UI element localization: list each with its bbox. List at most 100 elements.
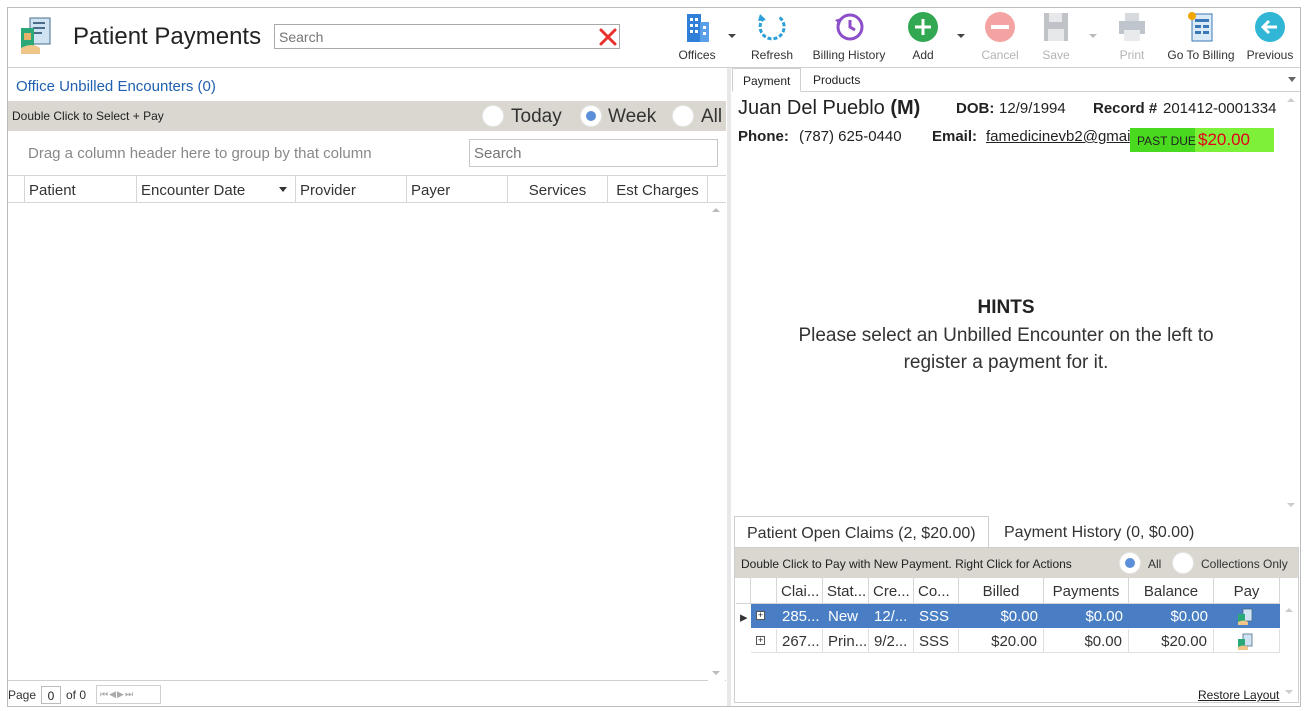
scroll-down-icon[interactable] [712, 671, 720, 675]
claims-scrollbar[interactable] [1281, 604, 1298, 700]
filter-week-radio[interactable] [580, 105, 602, 127]
column-services[interactable]: Services [508, 176, 608, 203]
group-by-hint: Drag a column header here to group by th… [28, 145, 372, 162]
claim-row[interactable]: ▸ + 285... New 12/... SSS $0.00 $0.00 $0… [736, 604, 1280, 628]
pay-icon[interactable] [1236, 608, 1254, 626]
column-encounter-date[interactable]: Encounter Date [137, 176, 296, 203]
scroll-up-icon[interactable] [1287, 98, 1295, 102]
pager-navigation[interactable]: ⏮◀▶⏭ [96, 685, 161, 704]
previous-button[interactable]: Previous [1244, 8, 1296, 64]
pane-splitter[interactable] [727, 68, 731, 706]
column-provider[interactable]: Provider [296, 176, 407, 203]
claim-created: 9/2... [869, 629, 914, 653]
add-button[interactable]: Add [900, 8, 946, 64]
filter-all-radio[interactable] [672, 105, 694, 127]
past-due-badge: PAST DUE $20.00 [1130, 128, 1274, 152]
column-created[interactable]: Cre... [869, 578, 914, 604]
arrow-left-icon [1253, 10, 1287, 44]
claim-status: Prin... [823, 629, 869, 653]
column-patient[interactable]: Patient [25, 176, 137, 203]
expand-plus-icon[interactable]: + [756, 611, 765, 620]
scroll-up-icon[interactable] [1285, 608, 1293, 612]
column-payments[interactable]: Payments [1044, 578, 1129, 604]
page-number-input[interactable]: 0 [41, 686, 61, 704]
hints-text: Please select an Unbilled Encounter on t… [798, 325, 1214, 373]
column-company[interactable]: Co... [914, 578, 959, 604]
dob-value: 12/9/1994 [999, 100, 1066, 117]
expand-plus-icon[interactable]: + [756, 636, 765, 645]
column-est-charges[interactable]: Est Charges [608, 176, 708, 203]
encounters-grid-body [8, 203, 726, 681]
offices-dropdown-arrow-icon[interactable] [728, 34, 736, 38]
last-page-icon[interactable]: ⏭ [125, 689, 134, 699]
pay-icon[interactable] [1236, 633, 1254, 651]
pager-of-label: of 0 [66, 688, 87, 702]
filter-today-radio[interactable] [482, 105, 504, 127]
cancel-button[interactable]: Cancel [976, 8, 1024, 64]
past-due-label: PAST DUE [1130, 128, 1196, 152]
print-label: Print [1119, 48, 1145, 62]
tab-open-claims[interactable]: Patient Open Claims (2, $20.00) [734, 516, 989, 548]
encounters-search[interactable] [469, 139, 718, 167]
column-pay[interactable]: Pay [1214, 578, 1280, 604]
save-button[interactable]: Save [1036, 8, 1076, 64]
add-label: Add [912, 48, 934, 62]
clear-search-icon[interactable] [597, 26, 619, 48]
dob-label: DOB: [956, 100, 995, 117]
tab-payment-history[interactable]: Payment History (0, $0.00) [992, 516, 1206, 548]
tab-products[interactable]: Products [803, 68, 870, 92]
column-billed[interactable]: Billed [959, 578, 1044, 604]
filter-today-label[interactable]: Today [511, 106, 562, 128]
column-balance[interactable]: Balance [1129, 578, 1214, 604]
go-to-billing-button[interactable]: Go To Billing [1164, 8, 1238, 64]
column-claim[interactable]: Clai... [777, 578, 823, 604]
billing-history-button[interactable]: Billing History [808, 8, 890, 64]
header-search[interactable] [274, 24, 620, 49]
previous-label: Previous [1246, 48, 1294, 62]
page-title: Patient Payments [73, 23, 262, 50]
claim-expand-cell[interactable]: + [751, 604, 777, 628]
payment-panel-scrollbar[interactable] [1283, 93, 1300, 513]
column-status[interactable]: Stat... [823, 578, 869, 604]
search-input[interactable] [275, 25, 585, 48]
email-link[interactable]: famedicinevb2@gmail.com [986, 128, 1132, 145]
claim-row[interactable]: + 267... Prin... 9/2... SSS $20.00 $0.00… [736, 629, 1280, 653]
claim-pay-cell[interactable] [1214, 604, 1280, 628]
claim-expand-cell[interactable]: + [751, 629, 777, 653]
hints-title: HINTS [977, 297, 1035, 318]
tabs-dropdown-icon[interactable] [1288, 77, 1296, 82]
first-page-icon[interactable]: ⏮ [100, 689, 109, 699]
prev-page-icon[interactable]: ◀ [109, 689, 117, 699]
claims-filter-all-label[interactable]: All [1148, 557, 1161, 571]
scroll-down-icon[interactable] [1287, 503, 1295, 507]
claims-filter-collections-radio[interactable] [1172, 552, 1194, 574]
add-dropdown-arrow-icon[interactable] [957, 34, 965, 38]
encounters-scrollbar[interactable] [708, 203, 725, 681]
tab-payment[interactable]: Payment [732, 68, 802, 92]
offices-button[interactable]: Offices [672, 8, 722, 64]
print-button[interactable]: Print [1110, 8, 1154, 64]
claims-action-hint: Double Click to Pay with New Payment. Ri… [741, 557, 1072, 571]
claim-balance: $0.00 [1170, 608, 1208, 625]
record-value: 201412-0001334 [1163, 100, 1277, 117]
save-dropdown-arrow-icon[interactable] [1089, 34, 1097, 38]
claims-filter-collections-label[interactable]: Collections Only [1201, 557, 1288, 571]
phone-label: Phone: [738, 128, 789, 145]
filter-week-label[interactable]: Week [608, 106, 656, 128]
scroll-down-icon[interactable] [1285, 690, 1293, 694]
column-payer[interactable]: Payer [407, 176, 508, 203]
restore-layout-link[interactable]: Restore Layout [1198, 688, 1279, 702]
next-page-icon[interactable]: ▶ [117, 689, 125, 699]
refresh-button[interactable]: Refresh [746, 8, 798, 64]
history-clock-icon [832, 10, 866, 44]
claim-number: 267... [777, 629, 823, 653]
sort-descending-icon [279, 187, 287, 192]
row-indicator-column [8, 176, 25, 203]
scroll-up-icon[interactable] [712, 208, 720, 212]
encounters-search-input[interactable] [470, 140, 710, 166]
claim-pay-cell[interactable] [1214, 629, 1280, 653]
filter-all-label[interactable]: All [701, 106, 722, 128]
claim-payments: $0.00 [1085, 608, 1123, 625]
refresh-icon [755, 10, 789, 44]
claims-filter-all-radio[interactable] [1119, 552, 1141, 574]
